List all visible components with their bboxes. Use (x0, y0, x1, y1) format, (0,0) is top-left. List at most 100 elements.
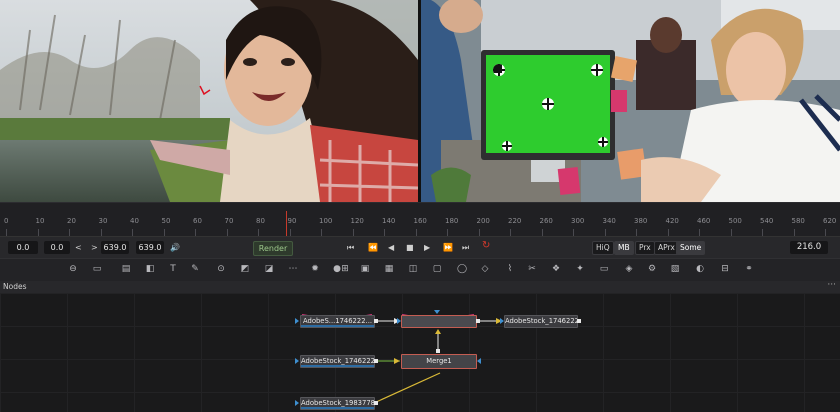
tool-icon[interactable]: ⚭ (742, 263, 756, 276)
ruler-tick (667, 229, 669, 236)
play-button[interactable]: ▶ (424, 241, 430, 254)
ruler-tick-label: 120 (350, 217, 364, 225)
media-in-1-output-port[interactable] (374, 319, 378, 323)
merge-output-port[interactable] (477, 358, 481, 364)
node-masked[interactable] (401, 315, 477, 328)
node-media-in-2[interactable]: AdobeStock_1746222... (300, 355, 375, 368)
ruler-tick (289, 229, 291, 236)
tool-icon[interactable]: ⚙ (645, 263, 659, 276)
next-arrow-button[interactable]: > (91, 241, 98, 254)
fast-forward-button[interactable]: ⏩ (443, 241, 453, 254)
ruler-tick-label: 180 (445, 217, 459, 225)
node-media-in-3[interactable]: AdobeStock_1983778... (300, 397, 375, 410)
go-to-start-button[interactable]: ⏮ (347, 241, 354, 254)
viewer-left[interactable] (0, 0, 418, 202)
node-media-in-1[interactable]: AdobeS...1746222... (300, 315, 375, 328)
render-end-field[interactable]: 639.0 (101, 241, 129, 254)
tool-icon[interactable]: ✂ (525, 263, 539, 276)
ruler-tick (541, 229, 543, 236)
masked-node-output-port[interactable] (476, 319, 480, 323)
quality-toggle-mb[interactable]: MB (614, 241, 634, 255)
ruler-tick-label: 0 (4, 217, 9, 225)
tool-icon[interactable]: ◪ (262, 263, 276, 276)
ruler-tick-label: 340 (602, 217, 616, 225)
nodes-panel-menu-icon[interactable]: ··· (827, 279, 836, 291)
node-merge[interactable]: Merge1 (401, 354, 477, 369)
media-in-1-input-port[interactable] (295, 318, 299, 324)
tool-icon[interactable]: ▤ (119, 263, 133, 276)
quality-toggle-hiq[interactable]: HiQ (592, 241, 614, 255)
tool-icon[interactable]: ▭ (90, 263, 104, 276)
tool-icon[interactable]: ⌇ (503, 263, 517, 276)
ruler-tick-label: 300 (571, 217, 585, 225)
media-in-3-input-port[interactable] (295, 400, 299, 406)
render-start-field[interactable]: 0.0 (44, 241, 70, 254)
tool-icon[interactable]: ▧ (668, 263, 682, 276)
ruler-tick-label: 540 (760, 217, 774, 225)
tool-icon[interactable]: ◐ (693, 263, 707, 276)
transport-bar: 0.0 0.0 < > 639.0 639.0 🔊 Render ⏮ ⏪ ◀ ■ ▶ ⏩ ⏭… (0, 236, 840, 259)
tool-icon[interactable]: ◧ (143, 263, 157, 276)
play-reverse-button[interactable]: ◀ (388, 241, 394, 254)
tool-icon[interactable]: ⋯ (286, 263, 300, 276)
ruler-tick (352, 229, 354, 236)
node-media-out[interactable]: AdobeStock_1746222... (504, 315, 578, 328)
current-frame-field[interactable]: 216.0 (790, 241, 828, 254)
media-in-2-output-port[interactable] (374, 359, 378, 363)
quality-toggle-some[interactable]: Some (676, 241, 706, 255)
nodes-panel-title: Nodes (3, 282, 27, 291)
tool-icon[interactable]: ❖ (549, 263, 563, 276)
tool-icon[interactable]: ◩ (238, 263, 252, 276)
ruler-tick-label: 140 (382, 217, 396, 225)
merge-top-port[interactable] (436, 349, 440, 353)
tool-icon[interactable]: ◇ (478, 263, 492, 276)
tool-icon[interactable]: ▢ (430, 263, 444, 276)
tool-icon[interactable]: ⊟ (718, 263, 732, 276)
playhead[interactable] (286, 211, 287, 237)
ruler-tick-label: 70 (224, 217, 234, 225)
masked-node-top-port[interactable] (434, 310, 440, 314)
tool-icon[interactable]: ◈ (622, 263, 636, 276)
ruler-tick-label: 60 (193, 217, 202, 225)
tool-icon[interactable]: ◯ (455, 263, 469, 276)
ruler-tick-label: 90 (287, 217, 297, 225)
media-in-3-output-port[interactable] (374, 401, 378, 405)
tool-icon[interactable]: ▭ (597, 263, 611, 276)
stop-button[interactable]: ■ (406, 241, 414, 254)
render-button[interactable]: Render (253, 241, 293, 256)
loop-icon[interactable]: ↻ (482, 239, 490, 252)
prev-arrow-button[interactable]: < (75, 241, 82, 254)
tool-icon[interactable]: ▦ (382, 263, 396, 276)
media-in-2-input-port[interactable] (295, 358, 299, 364)
time-ruler[interactable]: 0 10 20 30 40 50 60 70 80 90 100 120 140 160 180 200 220… (0, 202, 840, 237)
go-to-end-button[interactable]: ⏭ (462, 241, 469, 254)
ruler-tick (37, 229, 39, 236)
rewind-button[interactable]: ⏪ (368, 241, 378, 254)
tool-icon[interactable]: ◫ (406, 263, 420, 276)
ruler-tick-label: 30 (98, 217, 108, 225)
tool-icon[interactable]: ▣ (358, 263, 372, 276)
tool-icon[interactable]: ✎ (188, 263, 202, 276)
ruler-tick (510, 229, 511, 236)
tool-icon[interactable]: T (166, 263, 180, 276)
tool-icon[interactable]: ⊙ (214, 263, 228, 276)
ruler-tick (163, 229, 165, 236)
ruler-tick (604, 229, 606, 236)
tool-icon[interactable]: ⊞ (338, 263, 352, 276)
out-point-field[interactable]: 639.0 (136, 241, 164, 254)
ruler-tick-label: 260 (539, 217, 553, 225)
in-point-field[interactable]: 0.0 (8, 241, 38, 254)
ruler-tick (226, 229, 228, 236)
tool-icon[interactable]: ⊖ (66, 263, 80, 276)
media-out-output-port[interactable] (577, 319, 581, 323)
audio-icon[interactable]: 🔊 (170, 241, 180, 254)
ruler-tick-label: 620 (823, 217, 837, 225)
viewer-right[interactable] (421, 0, 840, 202)
tool-icon[interactable]: ✦ (573, 263, 587, 276)
ruler-tick-label: 80 (256, 217, 265, 225)
ruler-tick (384, 229, 385, 236)
tool-icon[interactable]: ✹ (308, 263, 322, 276)
quality-toggle-prx[interactable]: Prx (635, 241, 655, 255)
node-graph[interactable]: AdobeS...1746222... AdobeStock_1746222..… (0, 293, 840, 412)
ruler-tick (415, 229, 417, 236)
